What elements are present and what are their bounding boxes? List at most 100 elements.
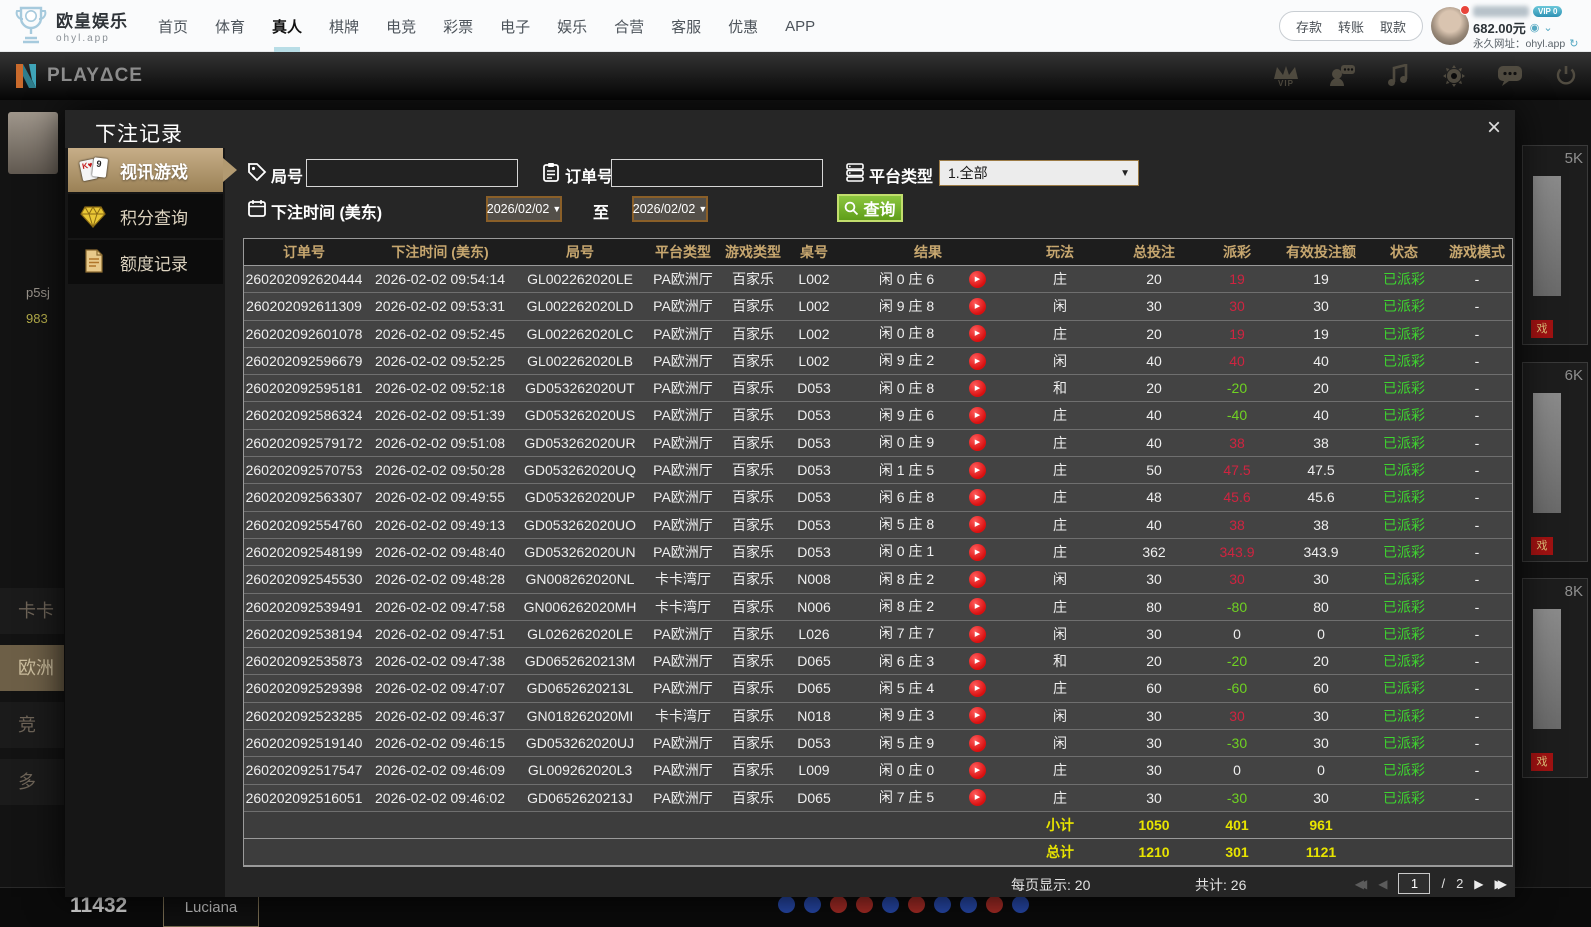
table-row: 2602020925707532026-02-02 09:50:28GD0532… — [244, 457, 1512, 484]
user-avatar[interactable] — [1431, 7, 1469, 45]
date-from-select[interactable]: 2026/02/02 ▼ — [486, 196, 562, 222]
nav-item-优惠[interactable]: 优惠 — [728, 16, 758, 37]
lobby-menu-卡卡[interactable]: 卡卡 — [0, 588, 64, 634]
wallet-actions: 存款转账取款 — [1279, 11, 1423, 41]
video-play-icon[interactable]: ▶ — [969, 489, 986, 506]
page-separator: / — [1441, 876, 1445, 891]
round-input[interactable] — [306, 159, 518, 187]
time-cell: 2026-02-02 09:48:28 — [364, 566, 516, 592]
lobby-menu-竞[interactable]: 竞 — [0, 702, 64, 748]
sidebar-item-视讯游戏[interactable]: K♥9视讯游戏 — [68, 148, 223, 192]
refresh-icon[interactable]: ↻ — [1569, 37, 1578, 50]
wallet-action-转账[interactable]: 转账 — [1338, 17, 1364, 36]
video-play-icon[interactable]: ▶ — [969, 653, 986, 670]
video-play-icon[interactable]: ▶ — [969, 298, 986, 315]
status-cell: 已派彩 — [1368, 785, 1440, 811]
nav-item-彩票[interactable]: 彩票 — [443, 16, 473, 37]
order-cell: 260202092554760 — [244, 512, 364, 538]
last-page-icon[interactable]: ▶▶ — [1495, 877, 1507, 891]
video-play-icon[interactable]: ▶ — [969, 735, 986, 752]
valid-bet-cell: 80 — [1274, 594, 1368, 620]
lobby-tile-6K[interactable]: 6K戏 — [1522, 362, 1588, 562]
video-play-icon[interactable]: ▶ — [969, 325, 986, 342]
table-no-cell: D065 — [784, 675, 844, 701]
result-cell: 闲 8 庄 2▶ — [844, 594, 1012, 620]
video-play-icon[interactable]: ▶ — [969, 380, 986, 397]
nav-item-电子[interactable]: 电子 — [500, 16, 530, 37]
lobby-tile-5K[interactable]: 5K戏 — [1522, 145, 1588, 345]
eye-icon[interactable]: ◉ — [1530, 21, 1540, 34]
table-row: 2602020925863242026-02-02 09:51:39GD0532… — [244, 402, 1512, 429]
tile-badge: 戏 — [1531, 753, 1553, 771]
chat-icon[interactable] — [1495, 61, 1525, 91]
result-text: 闲 8 庄 2 — [844, 594, 969, 620]
video-play-icon[interactable]: ▶ — [969, 598, 986, 615]
nav-item-首页[interactable]: 首页 — [158, 16, 188, 37]
sidebar-item-积分查询[interactable]: 积分查询 — [68, 194, 223, 238]
sidebar-item-额度记录[interactable]: 额度记录 — [68, 240, 223, 284]
nav-item-合营[interactable]: 合营 — [614, 16, 644, 37]
result-text: 闲 8 庄 2 — [844, 566, 969, 592]
total-bet-cell: 362 — [1108, 539, 1200, 565]
hall-cell: PA欧洲厅 — [644, 321, 722, 347]
nav-item-客服[interactable]: 客服 — [671, 16, 701, 37]
video-play-icon[interactable]: ▶ — [969, 353, 986, 370]
video-play-icon[interactable]: ▶ — [969, 462, 986, 479]
main-nav: 首页 体育 真人 棋牌 电竞 彩票 电子 娱乐 合营 客服 优惠 APP — [158, 0, 815, 52]
video-play-icon[interactable]: ▶ — [969, 680, 986, 697]
game-mode-cell: - — [1440, 512, 1514, 538]
first-page-icon[interactable]: ◀◀ — [1355, 877, 1367, 891]
brand-logo[interactable]: 欧皇娱乐 ohyl.app — [14, 5, 128, 45]
prev-page-icon[interactable]: ◀ — [1378, 877, 1387, 891]
nav-item-电竞[interactable]: 电竞 — [386, 16, 416, 37]
platform-select[interactable]: 1.全部 ▼ — [939, 160, 1139, 186]
table-row: 2602020925951812026-02-02 09:52:18GD0532… — [244, 375, 1512, 402]
bead-blue — [934, 896, 951, 913]
video-play-icon[interactable]: ▶ — [969, 707, 986, 724]
video-play-icon[interactable]: ▶ — [969, 762, 986, 779]
user-info: VIP 0 682.00元 ◉ ⌄ 永久网址：ohyl.app ↻ — [1473, 3, 1589, 51]
wallet-action-取款[interactable]: 取款 — [1380, 17, 1406, 36]
close-icon[interactable]: × — [1487, 116, 1501, 140]
col-header-下注时间 (美东): 下注时间 (美东) — [364, 239, 516, 265]
nav-item-娱乐[interactable]: 娱乐 — [557, 16, 587, 37]
next-page-icon[interactable]: ▶ — [1474, 877, 1483, 891]
order-input[interactable] — [611, 159, 823, 187]
nav-item-体育[interactable]: 体育 — [215, 16, 245, 37]
nav-item-棋牌[interactable]: 棋牌 — [329, 16, 359, 37]
query-button[interactable]: 查询 — [837, 194, 903, 222]
video-play-icon[interactable]: ▶ — [969, 626, 986, 643]
time-cell: 2026-02-02 09:47:07 — [364, 675, 516, 701]
music-icon[interactable] — [1383, 61, 1413, 91]
nav-item-真人[interactable]: 真人 — [272, 16, 302, 37]
table-row: 2602020926204442026-02-02 09:54:14GL0022… — [244, 266, 1512, 293]
current-page-input[interactable]: 1 — [1398, 873, 1430, 894]
power-icon[interactable] — [1551, 61, 1581, 91]
dropdown-arrow-icon: ▼ — [698, 204, 707, 214]
video-play-icon[interactable]: ▶ — [969, 544, 986, 561]
search-icon — [844, 201, 859, 216]
tile-badge: 戏 — [1531, 537, 1553, 555]
nav-item-APP[interactable]: APP — [785, 18, 815, 35]
video-play-icon[interactable]: ▶ — [969, 434, 986, 451]
wallet-action-存款[interactable]: 存款 — [1296, 17, 1322, 36]
video-play-icon[interactable]: ▶ — [969, 407, 986, 424]
date-to-select[interactable]: 2026/02/02 ▼ — [632, 196, 708, 222]
video-play-icon[interactable]: ▶ — [969, 516, 986, 533]
video-play-icon[interactable]: ▶ — [969, 789, 986, 806]
vip-icon[interactable]: VIP — [1271, 61, 1301, 91]
top-navbar: 欧皇娱乐 ohyl.app 首页体育真人棋牌电竞彩票电子娱乐合营客服优惠APP … — [0, 0, 1591, 52]
result-cell: 闲 6 庄 3▶ — [844, 648, 1012, 674]
chevron-circle-icon[interactable]: ⌄ — [1543, 21, 1552, 34]
status-cell: 已派彩 — [1368, 457, 1440, 483]
video-play-icon[interactable]: ▶ — [969, 571, 986, 588]
settings-gear-icon[interactable] — [1439, 61, 1469, 91]
lobby-menu-欧洲[interactable]: 欧洲 — [0, 645, 64, 691]
game-type-cell: 百家乐 — [722, 402, 784, 428]
customer-service-icon[interactable] — [1327, 61, 1357, 91]
hall-cell: PA欧洲厅 — [644, 785, 722, 811]
video-play-icon[interactable]: ▶ — [969, 271, 986, 288]
lobby-menu-多[interactable]: 多 — [0, 759, 64, 805]
lobby-tile-8K[interactable]: 8K戏 — [1522, 578, 1588, 778]
grand-total-payout: 301 — [1200, 839, 1274, 866]
